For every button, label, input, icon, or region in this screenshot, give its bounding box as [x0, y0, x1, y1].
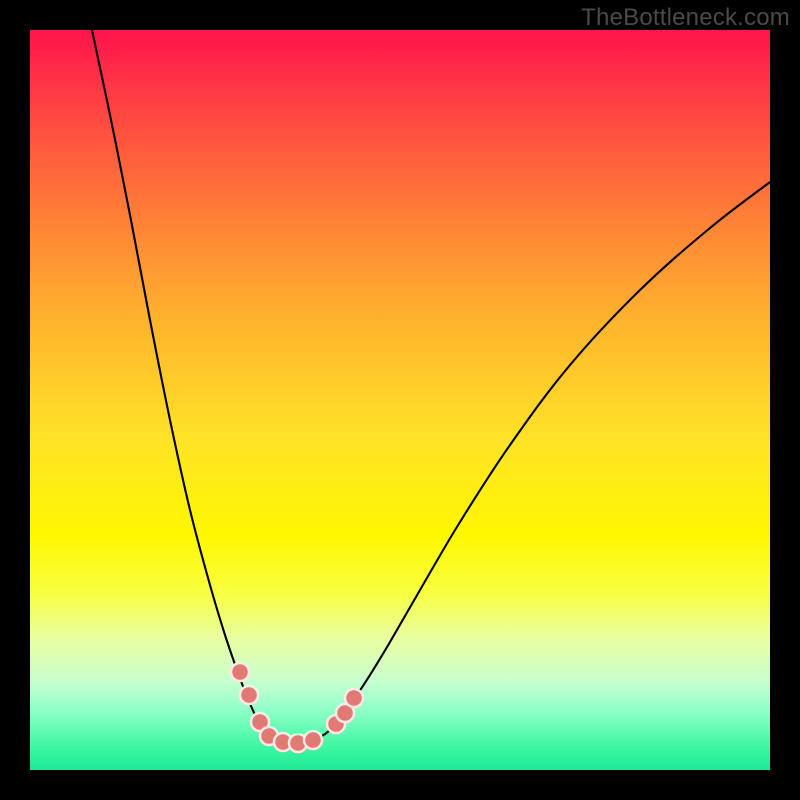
curve-layer: [30, 30, 770, 770]
watermark-text: TheBottleneck.com: [581, 4, 790, 32]
highlight-point: [240, 686, 258, 704]
right-curve: [292, 182, 770, 744]
highlight-point: [345, 689, 363, 707]
plot-area: [30, 30, 770, 770]
chart-frame: TheBottleneck.com: [0, 0, 800, 800]
highlight-point: [231, 663, 249, 681]
left-curve: [92, 30, 292, 744]
highlight-point: [304, 731, 322, 749]
